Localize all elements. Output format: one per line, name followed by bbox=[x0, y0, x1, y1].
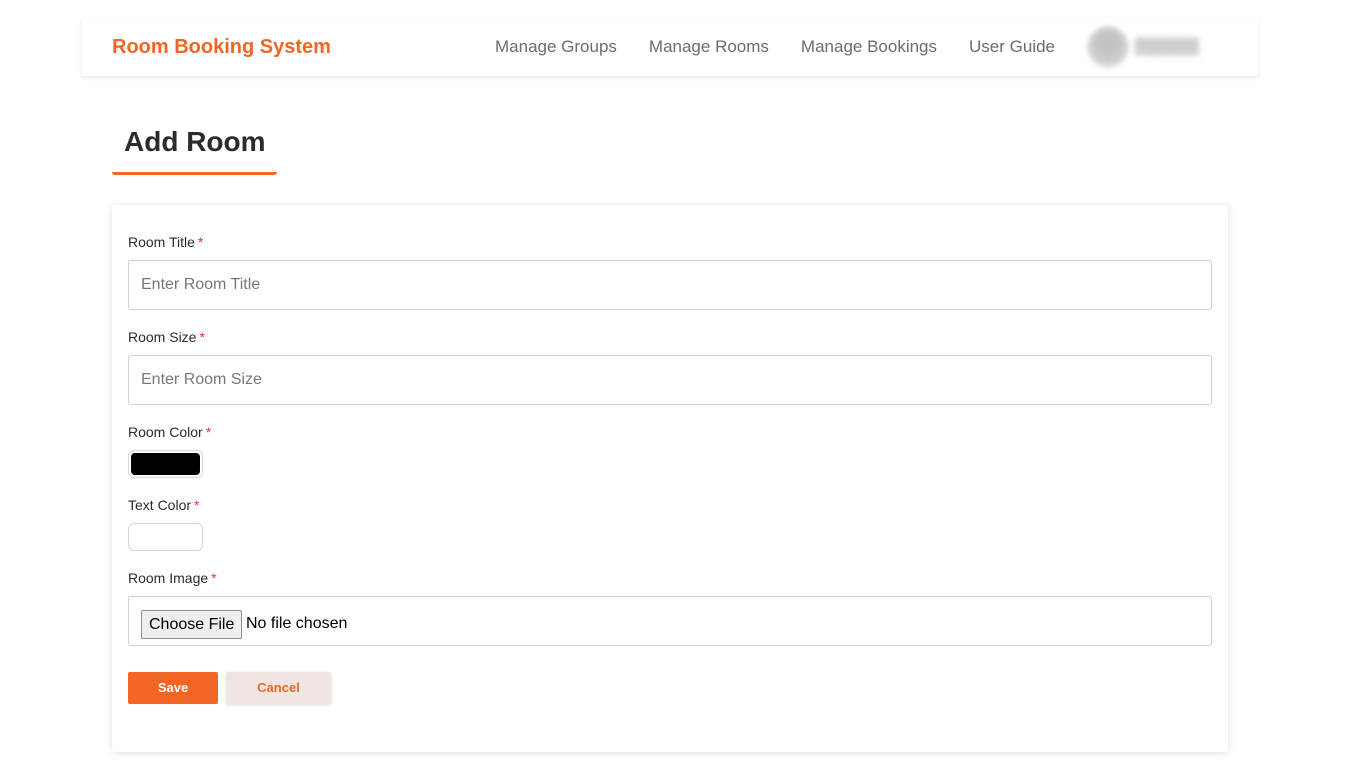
user-name-blurred[interactable]: ██████ bbox=[1135, 38, 1199, 55]
user-avatar-icon[interactable] bbox=[1087, 26, 1129, 68]
required-marker: * bbox=[197, 234, 204, 250]
required-marker: * bbox=[211, 570, 217, 586]
room-image-file-input[interactable]: Choose File No file chosen bbox=[128, 596, 1212, 646]
cancel-button[interactable]: Cancel bbox=[226, 672, 331, 704]
room-size-label: Room Size * bbox=[128, 329, 205, 345]
page-title-underline: Add Room bbox=[112, 124, 277, 175]
required-marker: * bbox=[194, 497, 200, 513]
text-color-picker[interactable] bbox=[128, 523, 203, 551]
nav-manage-groups[interactable]: Manage Groups bbox=[495, 37, 617, 57]
text-color-label: Text Color * bbox=[128, 497, 200, 513]
room-title-label: Room Title * bbox=[128, 234, 204, 250]
add-room-form: Room Title* Room Size* Room Color* Text … bbox=[112, 205, 1228, 752]
required-marker: * bbox=[205, 424, 212, 440]
room-title-input[interactable] bbox=[128, 260, 1212, 310]
room-color-label: Room Color * bbox=[128, 424, 212, 440]
room-image-label: Room Image * bbox=[128, 570, 217, 586]
room-color-picker[interactable] bbox=[128, 450, 203, 478]
required-marker: * bbox=[199, 329, 205, 345]
nav-manage-bookings[interactable]: Manage Bookings bbox=[801, 37, 937, 57]
nav-manage-rooms[interactable]: Manage Rooms bbox=[649, 37, 769, 57]
text-color-swatch bbox=[131, 526, 200, 548]
choose-file-button[interactable]: Choose File bbox=[141, 610, 243, 639]
room-size-input[interactable] bbox=[128, 355, 1212, 405]
brand-title[interactable]: Room Booking System bbox=[112, 36, 331, 59]
page-title: Add Room bbox=[124, 126, 266, 157]
room-color-swatch bbox=[131, 453, 200, 475]
file-status-text: No file chosen bbox=[246, 615, 348, 632]
nav-links: Manage Groups Manage Rooms Manage Bookin… bbox=[495, 37, 1055, 57]
nav-user-guide[interactable]: User Guide bbox=[969, 37, 1055, 57]
top-navbar: Room Booking System Manage Groups Manage… bbox=[82, 18, 1258, 76]
save-button[interactable]: Save bbox=[128, 672, 218, 704]
